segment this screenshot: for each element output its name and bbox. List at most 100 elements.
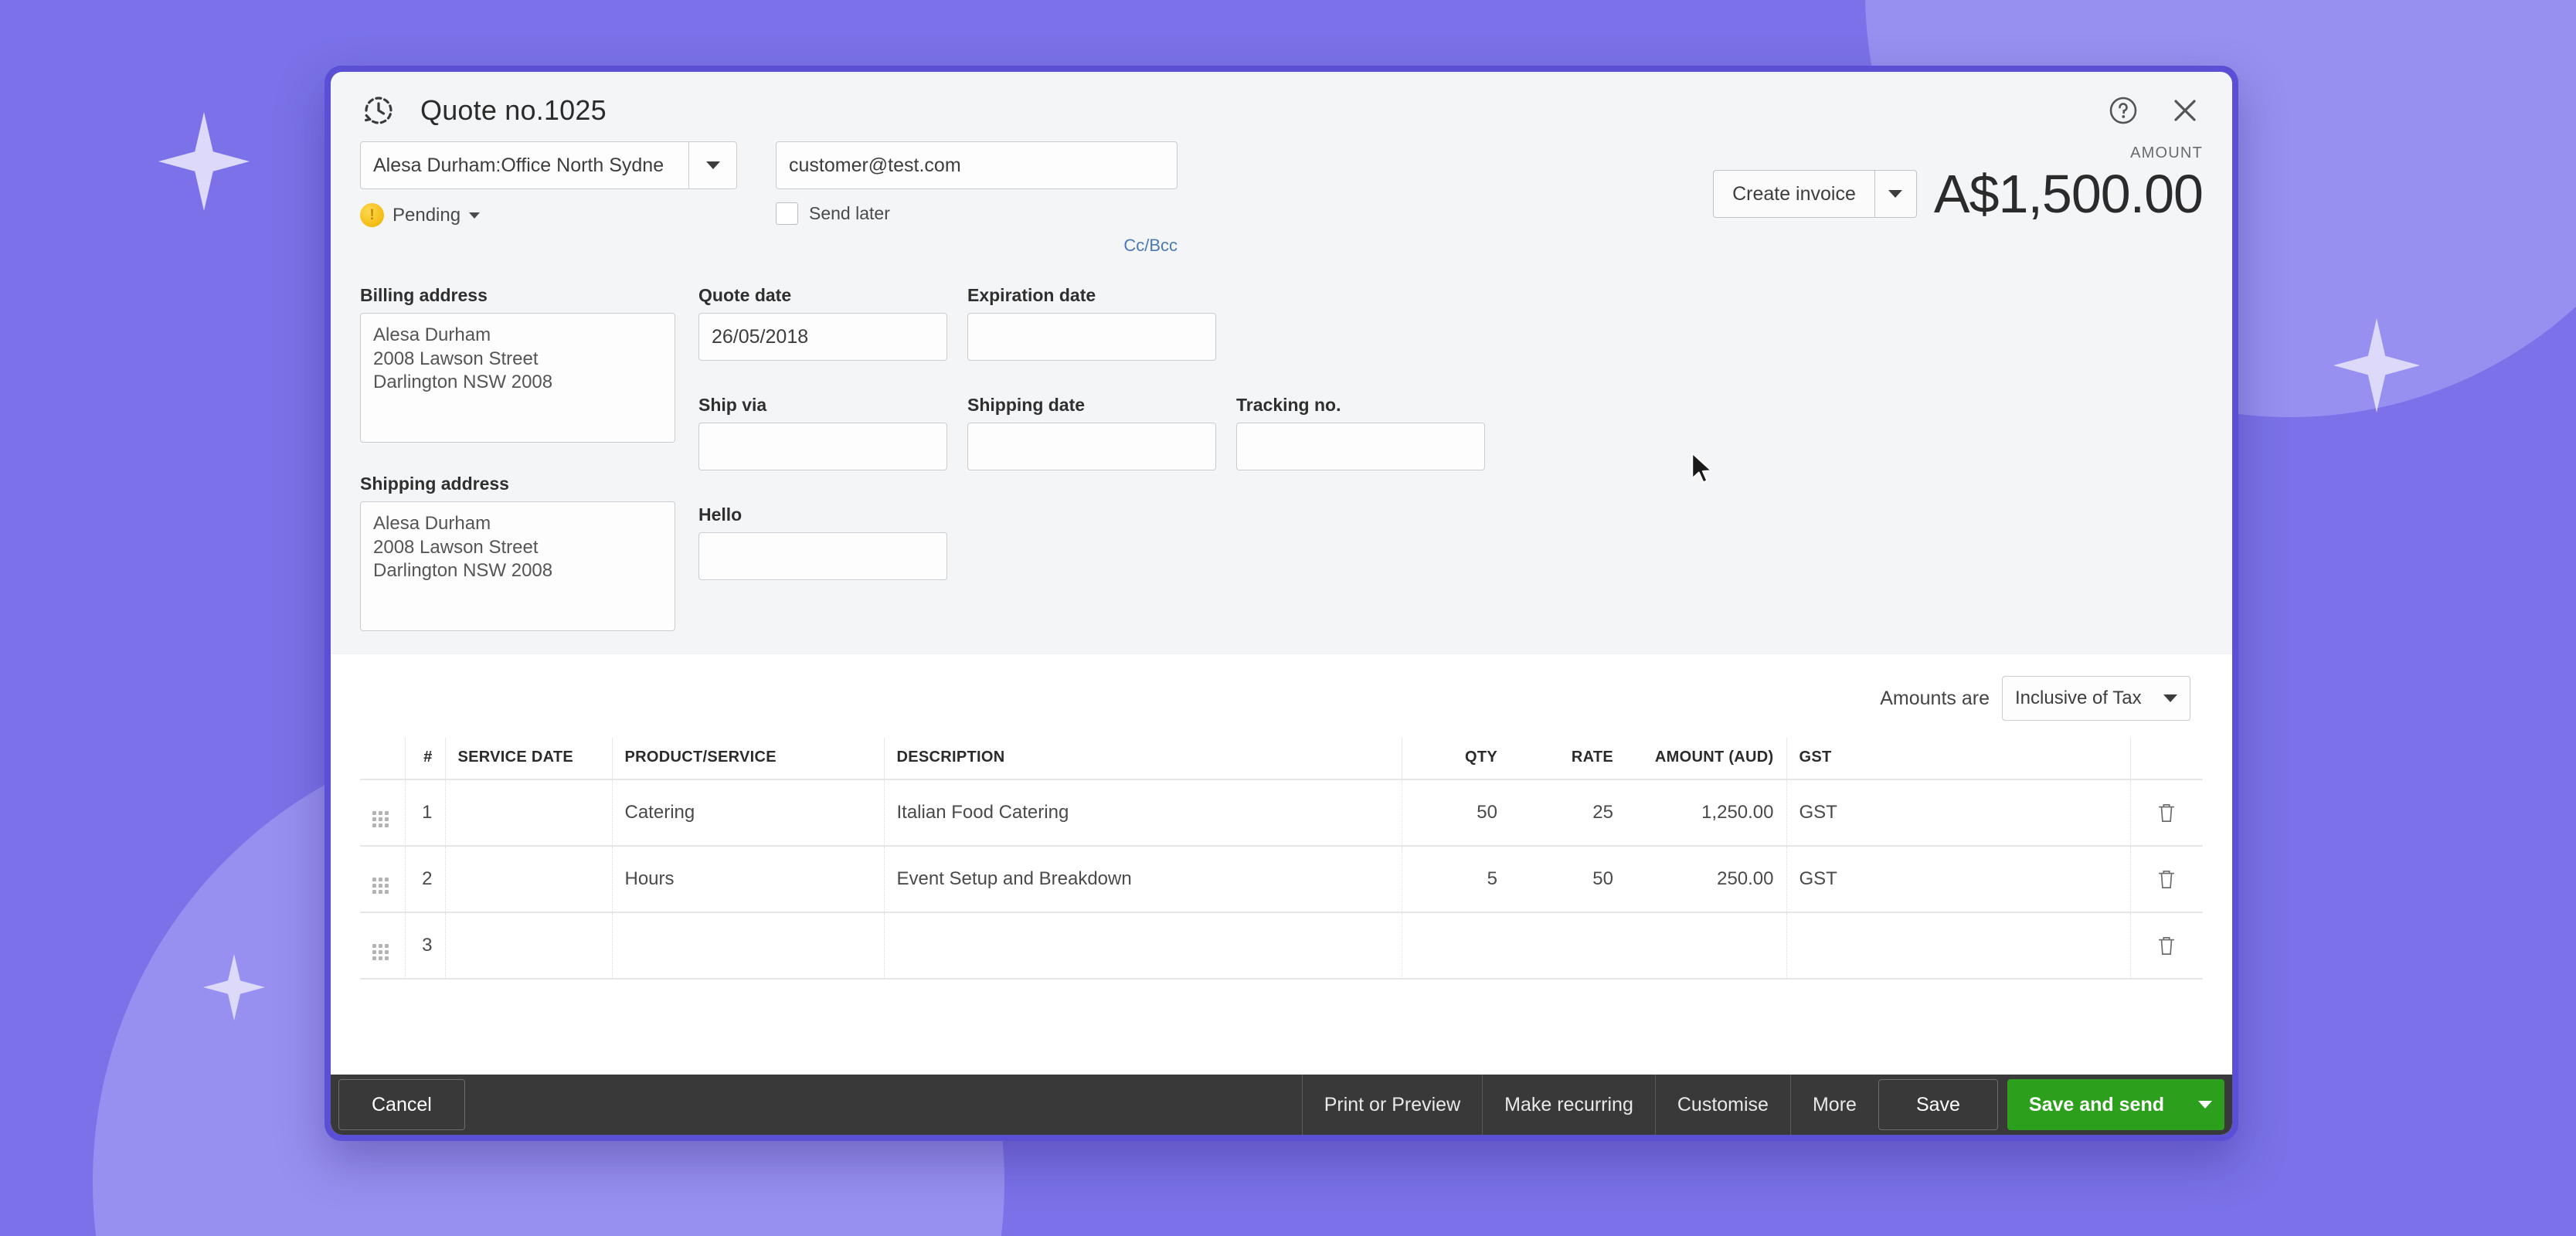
row-gst[interactable] bbox=[1786, 912, 1995, 979]
row-amount[interactable]: 250.00 bbox=[1626, 846, 1786, 912]
amounts-are-value: Inclusive of Tax bbox=[2015, 688, 2142, 709]
row-gst[interactable]: GST bbox=[1786, 779, 1995, 846]
status-label: Pending bbox=[393, 205, 460, 226]
row-qty[interactable]: 5 bbox=[1402, 846, 1510, 912]
save-and-send-button[interactable]: Save and send bbox=[2007, 1079, 2224, 1130]
row-drag-handle[interactable] bbox=[360, 779, 405, 846]
more-button[interactable]: More bbox=[1790, 1075, 1878, 1135]
row-amount[interactable]: 1,250.00 bbox=[1626, 779, 1786, 846]
tracking-no-label: Tracking no. bbox=[1236, 395, 1485, 416]
chevron-down-icon[interactable] bbox=[2163, 694, 2177, 702]
shipping-date-input[interactable] bbox=[967, 423, 1216, 470]
hello-field-group: Hello bbox=[698, 504, 947, 580]
table-row[interactable]: 1 Catering Italian Food Catering 50 25 1… bbox=[360, 779, 2203, 846]
row-rate[interactable]: 50 bbox=[1510, 846, 1626, 912]
dates-row-1: Quote date 26/05/2018 Expiration date bbox=[698, 285, 2203, 361]
make-recurring-button[interactable]: Make recurring bbox=[1482, 1075, 1655, 1135]
row-filler bbox=[1995, 912, 2130, 979]
row-service-date[interactable] bbox=[445, 912, 612, 979]
amount-total: A$1,500.00 bbox=[1934, 167, 2203, 221]
row-delete-button[interactable] bbox=[2130, 846, 2203, 912]
table-header-row: # SERVICE DATE PRODUCT/SERVICE DESCRIPTI… bbox=[360, 738, 2203, 779]
ship-via-input[interactable] bbox=[698, 423, 947, 470]
col-service-date: SERVICE DATE bbox=[445, 738, 612, 779]
header-actions bbox=[2105, 93, 2203, 128]
quote-date-input[interactable]: 26/05/2018 bbox=[698, 313, 947, 361]
col-gst: GST bbox=[1786, 738, 1995, 779]
customer-select-value: Alesa Durham:Office North Sydne bbox=[361, 142, 688, 188]
row-drag-handle[interactable] bbox=[360, 912, 405, 979]
row-qty[interactable]: 50 bbox=[1402, 779, 1510, 846]
expiration-date-input[interactable] bbox=[967, 313, 1216, 361]
row-description[interactable]: Event Setup and Breakdown bbox=[884, 846, 1402, 912]
row-amount[interactable] bbox=[1626, 912, 1786, 979]
row-gst[interactable]: GST bbox=[1786, 846, 1995, 912]
customer-select[interactable]: Alesa Durham:Office North Sydne bbox=[360, 141, 737, 189]
save-and-send-label: Save and send bbox=[2007, 1079, 2186, 1130]
print-or-preview-button[interactable]: Print or Preview bbox=[1302, 1075, 1482, 1135]
col-delete bbox=[2130, 738, 2203, 779]
chevron-down-icon[interactable] bbox=[1874, 171, 1916, 217]
modal-header: Quote no.1025 bbox=[331, 72, 2232, 129]
shipping-address-field[interactable]: Alesa Durham 2008 Lawson Street Darlingt… bbox=[360, 501, 675, 631]
address-and-dates: Billing address Alesa Durham 2008 Lawson… bbox=[331, 256, 2232, 631]
chevron-down-icon[interactable] bbox=[469, 212, 480, 219]
row-filler bbox=[1995, 779, 2130, 846]
save-button[interactable]: Save bbox=[1878, 1079, 1998, 1130]
row-service-date[interactable] bbox=[445, 779, 612, 846]
row-drag-handle[interactable] bbox=[360, 846, 405, 912]
cancel-button[interactable]: Cancel bbox=[338, 1079, 465, 1130]
create-invoice-button[interactable]: Create invoice bbox=[1713, 170, 1917, 218]
row-service-date[interactable] bbox=[445, 846, 612, 912]
trash-icon[interactable] bbox=[2143, 868, 2191, 890]
row-product-service[interactable] bbox=[612, 912, 884, 979]
tracking-no-input[interactable] bbox=[1236, 423, 1485, 470]
table-row[interactable]: 2 Hours Event Setup and Breakdown 5 50 2… bbox=[360, 846, 2203, 912]
drag-handle-icon[interactable] bbox=[372, 878, 389, 894]
amounts-are-select[interactable]: Inclusive of Tax bbox=[2002, 676, 2190, 721]
table-row[interactable]: 3 bbox=[360, 912, 2203, 979]
row-delete-button[interactable] bbox=[2130, 912, 2203, 979]
row-product-service[interactable]: Hours bbox=[612, 846, 884, 912]
row-product-service[interactable]: Catering bbox=[612, 779, 884, 846]
hello-input[interactable] bbox=[698, 532, 947, 580]
col-filler bbox=[1995, 738, 2130, 779]
chevron-down-icon[interactable] bbox=[688, 142, 736, 188]
col-product-service: PRODUCT/SERVICE bbox=[612, 738, 884, 779]
help-circle-icon[interactable] bbox=[2105, 93, 2141, 128]
trash-icon[interactable] bbox=[2143, 802, 2191, 823]
row-filler bbox=[1995, 846, 2130, 912]
amount-caption: AMOUNT bbox=[1713, 144, 2203, 162]
row-number: 3 bbox=[405, 912, 445, 979]
row-rate[interactable]: 25 bbox=[1510, 779, 1626, 846]
row-number: 2 bbox=[405, 846, 445, 912]
customise-button[interactable]: Customise bbox=[1655, 1075, 1790, 1135]
drag-handle-icon[interactable] bbox=[372, 811, 389, 827]
shipping-address-label: Shipping address bbox=[360, 474, 675, 494]
row-qty[interactable] bbox=[1402, 912, 1510, 979]
ship-via-field-group: Ship via bbox=[698, 395, 947, 470]
chevron-down-icon[interactable] bbox=[2186, 1079, 2224, 1130]
quote-date-field-group: Quote date 26/05/2018 bbox=[698, 285, 947, 361]
email-column: customer@test.com Send later Cc/Bcc bbox=[776, 141, 1178, 256]
close-x-icon[interactable] bbox=[2167, 93, 2203, 128]
amount-row: Create invoice A$1,500.00 bbox=[1713, 167, 2203, 221]
row-delete-button[interactable] bbox=[2130, 779, 2203, 846]
checkbox-icon[interactable] bbox=[776, 202, 798, 225]
row-description[interactable]: Italian Food Catering bbox=[884, 779, 1402, 846]
quote-date-label: Quote date bbox=[698, 285, 947, 306]
email-field[interactable]: customer@test.com bbox=[776, 141, 1178, 189]
row-rate[interactable] bbox=[1510, 912, 1626, 979]
trash-icon[interactable] bbox=[2143, 935, 2191, 956]
col-drag bbox=[360, 738, 405, 779]
row-description[interactable] bbox=[884, 912, 1402, 979]
mouse-pointer-icon bbox=[1689, 452, 1715, 491]
drag-handle-icon[interactable] bbox=[372, 944, 389, 960]
ccbcc-link[interactable]: Cc/Bcc bbox=[776, 236, 1178, 256]
footer-toolbar: Cancel Print or Preview Make recurring C… bbox=[331, 1075, 2232, 1135]
send-later-checkbox[interactable]: Send later bbox=[776, 202, 890, 225]
col-description: DESCRIPTION bbox=[884, 738, 1402, 779]
footer-spacer bbox=[465, 1075, 1302, 1135]
status-badge[interactable]: ! Pending bbox=[360, 203, 480, 227]
billing-address-field[interactable]: Alesa Durham 2008 Lawson Street Darlingt… bbox=[360, 313, 675, 443]
